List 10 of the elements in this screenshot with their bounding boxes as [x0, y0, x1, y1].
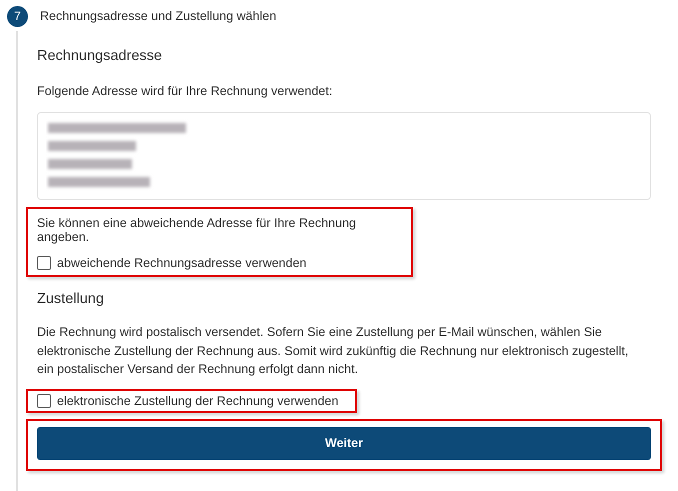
hint-text: Sie können eine abweichende Adresse für Ihre Rechnung angeben.: [37, 216, 357, 244]
address-checkbox[interactable]: abweichende Rechnungsadresse verwenden: [37, 256, 411, 270]
section-heading: Rechnungsadresse: [37, 48, 163, 64]
step-title: Rechnungsadresse und Zustellung wählen: [40, 9, 276, 23]
section-heading: Zustellung: [37, 291, 105, 307]
step-number-badge: 7: [7, 6, 28, 26]
next-button[interactable]: Weiter: [37, 426, 651, 460]
intro-text: Folgende Adresse wird für Ihre Rechnung verwendet:: [37, 84, 334, 98]
email-delivery-checkbox[interactable]: elektronische Zustellung der Rechnung verwenden: [37, 394, 355, 408]
delivery-text: Die Rechnung wird postalisch versendet. Sofern Sie eine Zustellung per E-Mail wünschen, wählen Sie elektronische Zustellung der Rechnung aus. Somit wird zukünftig die Rechnung nur elektronisch zugestellt, ein postalischer Versand der Rechnung erfolgt dann nicht.: [37, 324, 630, 378]
